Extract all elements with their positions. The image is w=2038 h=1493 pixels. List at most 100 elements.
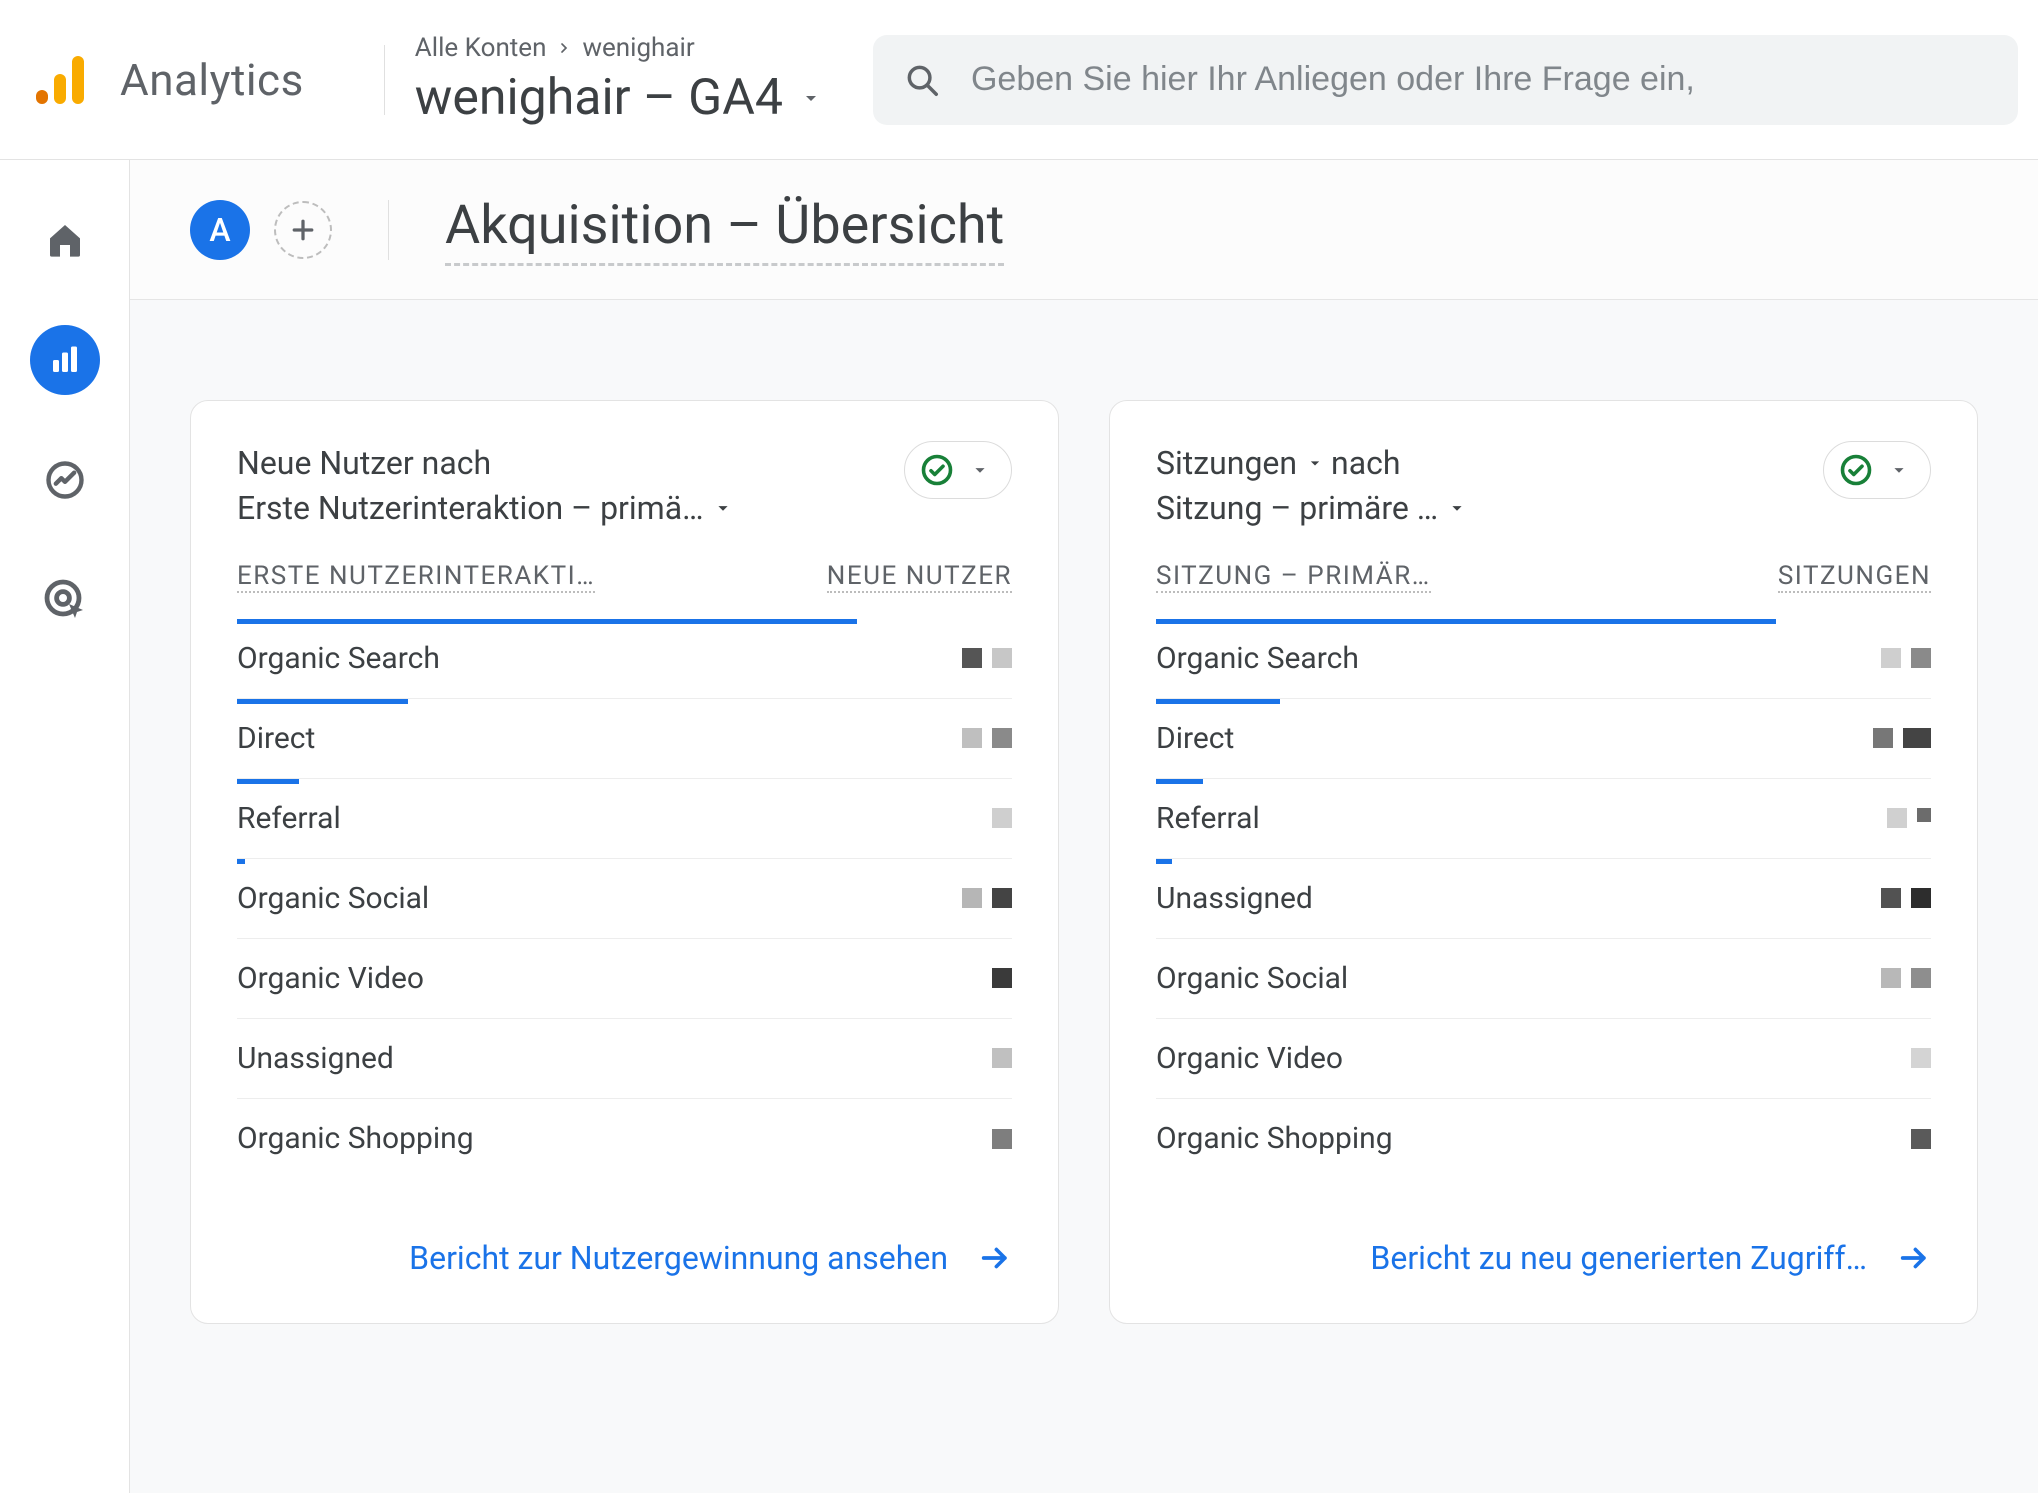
card-dimension-dropdown[interactable]: Erste Nutzerinteraktion – primä… [237,486,734,531]
table-row[interactable]: Organic Video [1156,1019,1931,1099]
table-row[interactable]: Unassigned [1156,859,1931,939]
card-dimension-dropdown[interactable]: Sitzung – primäre … [1156,486,1468,531]
view-report-link[interactable]: Bericht zur Nutzergewinnung ansehen [409,1239,948,1277]
card-status-pill[interactable] [904,441,1012,499]
card-status-pill[interactable] [1823,441,1931,499]
property-name: wenighair – GA4 [415,69,783,127]
table-row[interactable]: Direct [1156,699,1931,779]
table-row[interactable]: Referral [1156,779,1931,859]
table-header: SITZUNG – PRIMÄR… SITZUNGEN [1156,551,1931,605]
table-row[interactable]: Organic Shopping [237,1099,1012,1179]
logo-block: Analytics [30,50,304,110]
nav-explore[interactable] [30,445,100,515]
search-bar[interactable] [873,35,2018,125]
col-metric: SITZUNGEN [1778,561,1931,593]
caret-down-icon [1305,453,1325,473]
row-label: Referral [1156,801,1260,836]
breadcrumb-account: wenighair [582,33,694,63]
target-click-icon [41,576,89,624]
breadcrumb-all-accounts: Alle Konten [415,33,547,63]
chevron-right-icon [556,40,572,56]
plus-icon [288,215,318,245]
row-label: Organic Search [237,641,440,676]
table-row[interactable]: Unassigned [237,1019,1012,1099]
nav-reports[interactable] [30,325,100,395]
trend-circle-icon [43,458,87,502]
row-label: Referral [237,801,341,836]
app-header: Analytics Alle Konten wenighair wenighai… [0,0,2038,160]
account-selector[interactable]: Alle Konten wenighair wenighair – GA4 [415,33,823,127]
row-value [962,728,1012,748]
row-label: Direct [1156,721,1234,756]
table-header: ERSTE NUTZERINTERAKTI… NEUE NUTZER [237,551,1012,605]
row-label: Direct [237,721,315,756]
row-label: Organic Video [237,961,424,996]
caret-down-icon [1888,459,1910,481]
caret-down-icon [1446,497,1468,519]
col-metric: NEUE NUTZER [827,561,1012,593]
row-value [1881,888,1931,908]
table-row[interactable]: Organic Search [237,619,1012,699]
row-value [1881,648,1931,668]
row-value [992,808,1012,828]
card-title-line1: Neue Nutzer nach [237,441,491,486]
row-value [962,648,1012,668]
card-title: Neue Nutzer nach Erste Nutzerinteraktion… [237,441,734,531]
add-segment-button[interactable] [274,201,332,259]
card-metric-label: Sitzungen [1156,441,1297,486]
row-label: Unassigned [237,1041,394,1076]
page-title[interactable]: Akquisition – Übersicht [445,194,1004,266]
row-label: Organic Shopping [237,1121,474,1156]
caret-down-icon [712,497,734,519]
table-row[interactable]: Organic Search [1156,619,1931,699]
card-dimension-label: Erste Nutzerinteraktion – primä… [237,486,704,531]
col-dimension: ERSTE NUTZERINTERAKTI… [237,561,595,593]
segment-chip[interactable]: A [190,200,250,260]
caret-down-icon [969,459,991,481]
table-row[interactable]: Organic Social [237,859,1012,939]
col-dimension: SITZUNG – PRIMÄR… [1156,561,1431,593]
row-value [992,1048,1012,1068]
row-value [962,888,1012,908]
table-row[interactable]: Direct [237,699,1012,779]
card-title: Sitzungen nach Sitzung – primäre … [1156,441,1468,531]
breadcrumb: Alle Konten wenighair [415,33,823,63]
bar-chart-icon [47,342,83,378]
subheader-divider [388,200,389,260]
row-label: Organic Search [1156,641,1359,676]
table-row[interactable]: Organic Social [1156,939,1931,1019]
header-divider [384,45,385,115]
analytics-logo-icon [30,50,90,110]
card-metric-dropdown[interactable]: Sitzungen [1156,441,1325,486]
card-sessions: Sitzungen nach Sitzung – primäre … [1109,400,1978,1324]
check-circle-icon [919,452,955,488]
row-value [992,1129,1012,1149]
row-label: Organic Social [1156,961,1348,996]
search-icon [903,61,941,99]
data-rows: Organic Search Direct Referral Unassigne… [1156,619,1931,1179]
nav-home[interactable] [30,205,100,275]
search-input[interactable] [971,60,1988,99]
arrow-right-icon [1897,1241,1931,1275]
row-value [1881,968,1931,988]
table-row[interactable]: Organic Shopping [1156,1099,1931,1179]
view-report-link[interactable]: Bericht zu neu generierten Zugriff… [1370,1239,1867,1277]
row-value [992,968,1012,988]
row-value [1873,728,1931,748]
page-subheader: A Akquisition – Übersicht [130,160,2038,300]
row-value [1911,1048,1931,1068]
row-value [1887,808,1931,828]
arrow-right-icon [978,1241,1012,1275]
card-new-users: Neue Nutzer nach Erste Nutzerinteraktion… [190,400,1059,1324]
nav-advertising[interactable] [30,565,100,635]
caret-down-icon [799,86,823,110]
left-nav [0,160,130,1493]
check-circle-icon [1838,452,1874,488]
data-rows: Organic Search Direct Referral Organic S… [237,619,1012,1179]
table-row[interactable]: Organic Video [237,939,1012,1019]
content-area: A Akquisition – Übersicht Neue Nutzer na… [130,160,2038,1493]
row-label: Organic Video [1156,1041,1343,1076]
table-row[interactable]: Referral [237,779,1012,859]
row-value [1911,1129,1931,1149]
card-dimension-label: Sitzung – primäre … [1156,486,1438,531]
